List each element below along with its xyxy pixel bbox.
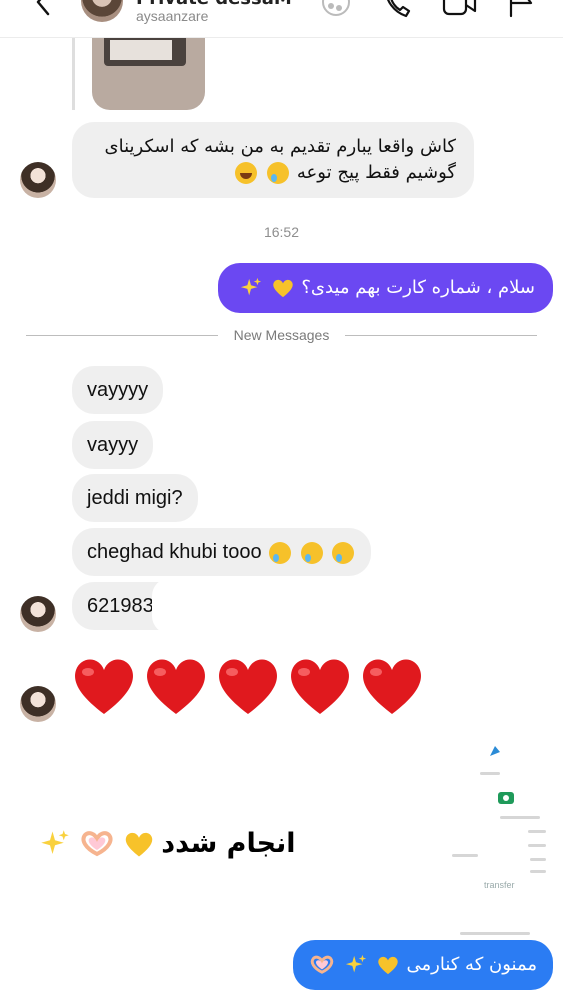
message-bubble[interactable]: vayyyy: [72, 366, 164, 414]
check-icon: [498, 792, 514, 804]
message-line-1: کاش واقعا یبارم تقدیم به من بشه که اسکری…: [104, 136, 457, 157]
divider-right: [345, 335, 537, 336]
yellow-heart-icon: [125, 832, 153, 856]
yellow-heart-icon: [378, 956, 398, 975]
receipt-line: [528, 844, 546, 847]
red-heart-icon: [291, 659, 349, 714]
receipt-line: [530, 870, 546, 873]
sender-avatar[interactable]: [20, 162, 56, 198]
message-text: vayyyy: [87, 379, 149, 401]
sparkles-icon: [240, 277, 261, 296]
message-text: cheghad khubi tooo: [87, 541, 262, 563]
outgoing-message-bubble[interactable]: سلام ، شماره کارت بهم میدی؟: [218, 263, 553, 313]
done-message[interactable]: انجام شدد: [38, 828, 295, 859]
yellow-heart-icon: [272, 279, 293, 298]
red-heart-icon: [75, 659, 133, 714]
heart-hands-icon: [81, 830, 113, 856]
sparkles-icon: [345, 954, 367, 973]
heart-hands-icon: [311, 955, 334, 974]
header-avatar[interactable]: [81, 0, 123, 22]
red-heart-icon: [363, 659, 421, 714]
sender-avatar[interactable]: [20, 686, 56, 722]
receipt-line: [530, 858, 546, 861]
message-line-2: گوشیم فقط پیج توعه: [90, 160, 456, 186]
quoted-image[interactable]: [92, 38, 205, 110]
reply-indicator-line: [72, 38, 75, 110]
message-bubble[interactable]: jeddi migi?: [72, 474, 198, 522]
chat-header: Private dessaM aysaanzare: [0, 0, 563, 38]
message-bubble[interactable]: cheghad khubi tooo: [72, 528, 372, 576]
message-bubble[interactable]: vayyy: [72, 421, 154, 469]
theme-icon[interactable]: [318, 0, 354, 20]
incoming-message-bubble[interactable]: کاش واقعا یبارم تقدیم به من بشه که اسکری…: [72, 122, 474, 198]
timestamp: 16:52: [263, 224, 300, 240]
outgoing-message-text: سلام ، شماره کارت بهم میدی؟: [301, 277, 535, 298]
crying-face-icon: [269, 541, 292, 564]
outgoing-thanks-bubble[interactable]: ممنون که کنارمی: [293, 940, 553, 990]
card-number-text: 621983: [87, 595, 154, 617]
receipt-line: [528, 830, 546, 833]
crying-face-icon: [332, 541, 355, 564]
flag-icon[interactable]: [506, 0, 536, 20]
laughing-face-icon: [235, 162, 258, 184]
done-text: انجام شدد: [161, 828, 296, 859]
redaction-overlay: [152, 578, 297, 634]
thanks-text: ممنون که کنارمی: [406, 954, 537, 975]
back-icon[interactable]: [32, 0, 56, 18]
sparkles-icon: [41, 829, 69, 854]
call-icon[interactable]: [382, 0, 412, 20]
video-icon[interactable]: [442, 0, 478, 20]
bank-logo-icon: [490, 746, 500, 756]
receipt-line: [460, 932, 530, 935]
red-heart-icon: [219, 659, 277, 714]
red-heart-icon: [147, 659, 205, 714]
message-text: vayyy: [87, 434, 139, 456]
hearts-row[interactable]: [72, 654, 432, 724]
message-text: jeddi migi?: [87, 487, 183, 509]
receipt-label: transfer: [484, 880, 515, 890]
quoted-image-highlight: [110, 40, 172, 60]
payment-receipt-image[interactable]: [440, 740, 553, 940]
receipt-line: [500, 816, 540, 819]
receipt-line: [480, 772, 500, 775]
sender-avatar[interactable]: [20, 596, 56, 632]
receipt-line: [452, 854, 478, 857]
chat-username[interactable]: aysaanzare: [136, 8, 208, 24]
message-line-2-text: گوشیم فقط پیج توعه: [296, 162, 456, 183]
crying-face-icon: [300, 541, 323, 564]
crying-face-icon: [267, 162, 290, 184]
